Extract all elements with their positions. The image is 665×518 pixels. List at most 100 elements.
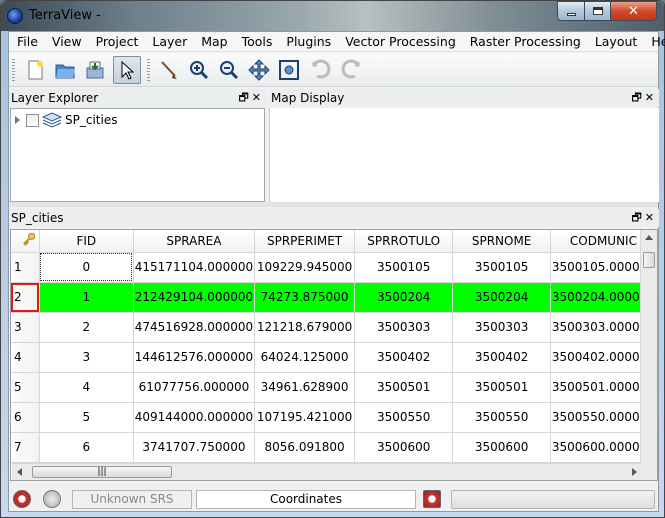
stop-drawing-icon[interactable]: [13, 490, 31, 508]
cell-fid[interactable]: 1: [39, 282, 134, 313]
cell-sprnome[interactable]: 3500402: [452, 342, 551, 373]
cell-sprnome[interactable]: 3500501: [452, 372, 551, 403]
menu-plugins[interactable]: Plugins: [279, 34, 338, 49]
cell-fid[interactable]: 4: [39, 372, 134, 403]
cell-sprarea[interactable]: 144612576.000000: [133, 342, 256, 373]
cell-sprnome[interactable]: 3500204: [452, 282, 551, 313]
zoom-in-button[interactable]: [185, 56, 213, 84]
table-row[interactable]: 3 2 474516928.000000 121218.679000 35003…: [11, 312, 657, 343]
maximize-button[interactable]: [584, 1, 611, 21]
cell-fid[interactable]: 3: [39, 342, 134, 373]
close-panel-icon[interactable]: ✕: [645, 91, 657, 104]
column-header-sprperimet[interactable]: SPRPERIMET: [254, 230, 355, 253]
cell-sprarea[interactable]: 415171104.000000: [133, 252, 256, 283]
cell-sprrotulo[interactable]: 3500501: [354, 372, 454, 403]
cancel-task-icon[interactable]: [423, 490, 441, 508]
cell-sprarea[interactable]: 474516928.000000: [133, 312, 256, 343]
cell-sprrotulo[interactable]: 3500550: [354, 402, 454, 433]
cell-sprperimet[interactable]: 34961.628900: [254, 372, 355, 403]
cell-sprrotulo[interactable]: 3500303: [354, 312, 454, 343]
column-header-fid[interactable]: FID: [39, 230, 134, 253]
layer-visibility-checkbox[interactable]: [26, 113, 39, 127]
close-button[interactable]: ✕: [610, 1, 657, 21]
row-header[interactable]: 5: [11, 372, 40, 403]
menu-project[interactable]: Project: [89, 34, 146, 49]
cell-fid[interactable]: 0: [39, 252, 134, 283]
vertical-scroll-thumb[interactable]: [643, 252, 655, 268]
table-row[interactable]: 6 5 409144000.000000 107195.421000 35005…: [11, 402, 657, 433]
title-bar[interactable]: TerraView - ✕: [1, 1, 664, 31]
open-project-button[interactable]: [51, 56, 79, 84]
map-canvas[interactable]: [269, 108, 659, 202]
menu-map[interactable]: Map: [194, 34, 234, 49]
cell-sprperimet[interactable]: 8056.091800: [254, 432, 355, 463]
column-header-sprnome[interactable]: SPRNOME: [452, 230, 551, 253]
cell-fid[interactable]: 2: [39, 312, 134, 343]
srs-display[interactable]: Unknown SRS: [72, 490, 192, 509]
column-header-sprrotulo[interactable]: SPRROTULO: [354, 230, 454, 253]
cell-sprrotulo[interactable]: 3500600: [354, 432, 454, 463]
menu-layer[interactable]: Layer: [145, 34, 194, 49]
scroll-right-arrow-icon[interactable]: [632, 468, 637, 476]
cell-sprnome[interactable]: 3500550: [452, 402, 551, 433]
scroll-left-arrow-icon[interactable]: [17, 468, 22, 476]
new-project-button[interactable]: [21, 56, 49, 84]
menu-layout[interactable]: Layout: [588, 34, 645, 49]
srs-globe-icon[interactable]: [43, 490, 61, 508]
toolbar-grip[interactable]: [12, 59, 15, 81]
cell-sprarea[interactable]: 61077756.000000: [133, 372, 256, 403]
row-header[interactable]: 7: [11, 432, 40, 463]
draw-tool-button[interactable]: [155, 56, 183, 84]
cell-sprperimet[interactable]: 109229.945000: [254, 252, 355, 283]
cell-sprperimet[interactable]: 74273.875000: [254, 282, 355, 313]
panel-splitter[interactable]: [9, 202, 658, 207]
scroll-up-arrow-icon[interactable]: [645, 235, 653, 240]
table-row-highlighted[interactable]: 2 1 212429104.000000 74273.875000 350020…: [11, 282, 657, 313]
table-row[interactable]: 5 4 61077756.000000 34961.628900 3500501…: [11, 372, 657, 403]
pan-button[interactable]: [245, 56, 273, 84]
horizontal-scroll-thumb[interactable]: |||: [32, 466, 172, 478]
expand-arrow-icon[interactable]: [15, 116, 20, 124]
table-row[interactable]: 7 6 3741707.750000 8056.091800 3500600 3…: [11, 432, 657, 463]
cell-fid[interactable]: 6: [39, 432, 134, 463]
cell-sprarea[interactable]: 409144000.000000: [133, 402, 256, 433]
menu-help[interactable]: Help: [644, 34, 665, 49]
cell-sprperimet[interactable]: 107195.421000: [254, 402, 355, 433]
float-icon[interactable]: 🗗: [631, 91, 644, 104]
cell-sprarea[interactable]: 212429104.000000: [133, 282, 256, 313]
vertical-scrollbar[interactable]: [640, 230, 657, 480]
cell-sprrotulo[interactable]: 3500402: [354, 342, 454, 373]
table-row[interactable]: 1 0 415171104.000000 109229.945000 35001…: [11, 252, 657, 283]
cell-sprnome[interactable]: 3500105: [452, 252, 551, 283]
menu-file[interactable]: File: [9, 34, 45, 49]
cell-fid[interactable]: 5: [39, 402, 134, 433]
menu-view[interactable]: View: [45, 34, 89, 49]
fit-extent-button[interactable]: [275, 56, 303, 84]
menu-tools[interactable]: Tools: [235, 34, 280, 49]
cell-sprperimet[interactable]: 121218.679000: [254, 312, 355, 343]
cell-sprperimet[interactable]: 64024.125000: [254, 342, 355, 373]
row-header[interactable]: 4: [11, 342, 40, 373]
menu-vector-processing[interactable]: Vector Processing: [338, 34, 463, 49]
row-header-marked[interactable]: 2: [11, 282, 40, 313]
layer-tree-item[interactable]: SP_cities: [13, 111, 117, 129]
pointer-tool-button[interactable]: [113, 56, 141, 84]
cell-sprrotulo[interactable]: 3500204: [354, 282, 454, 313]
cell-sprnome[interactable]: 3500303: [452, 312, 551, 343]
menu-raster-processing[interactable]: Raster Processing: [463, 34, 588, 49]
float-icon[interactable]: 🗗: [238, 91, 251, 104]
cell-sprnome[interactable]: 3500600: [452, 432, 551, 463]
undo-button[interactable]: [307, 56, 335, 84]
minimize-button[interactable]: [557, 1, 585, 21]
row-header[interactable]: 3: [11, 312, 40, 343]
cell-sprrotulo[interactable]: 3500105: [354, 252, 454, 283]
zoom-out-button[interactable]: [215, 56, 243, 84]
close-panel-icon[interactable]: ✕: [645, 211, 657, 224]
row-header[interactable]: 6: [11, 402, 40, 433]
key-column-header[interactable]: [11, 230, 40, 253]
column-header-sprarea[interactable]: SPRAREA: [133, 230, 256, 253]
redo-button[interactable]: [337, 56, 365, 84]
row-header[interactable]: 1: [11, 252, 40, 283]
horizontal-scrollbar[interactable]: |||: [12, 463, 642, 480]
float-icon[interactable]: 🗗: [631, 211, 644, 224]
